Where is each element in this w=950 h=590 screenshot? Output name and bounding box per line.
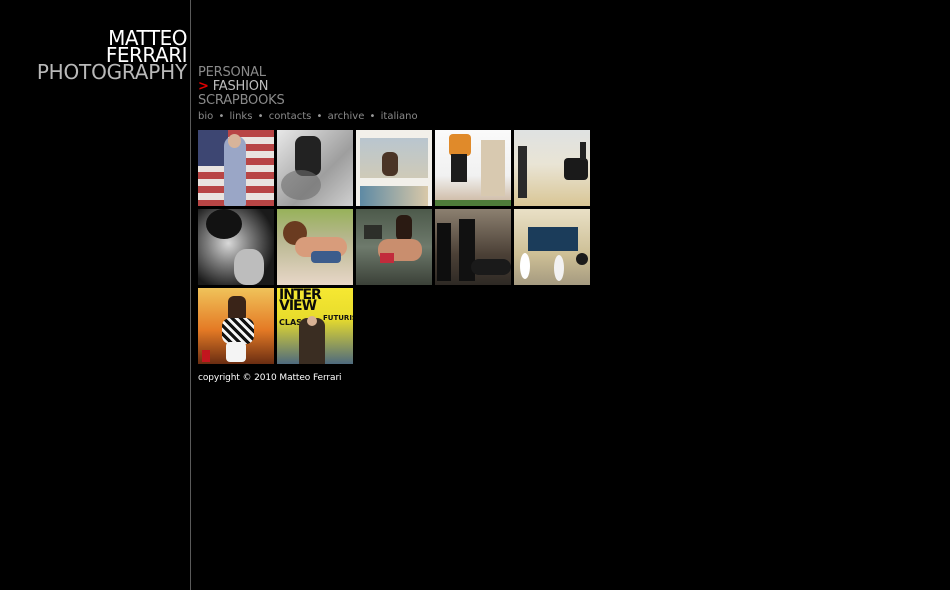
thumbnail-grid: INTER VIEW CLASSIC FUTURISM — [198, 130, 593, 364]
thumb-bw-jump[interactable] — [277, 130, 353, 206]
nav-item-fashion[interactable]: > FASHION — [198, 80, 285, 94]
nav-item-label: PERSONAL — [198, 65, 266, 80]
thumb-man-jumping[interactable] — [435, 130, 511, 206]
link-links[interactable]: links — [230, 111, 253, 122]
page: MATTEO FERRARI PHOTOGRAPHY PERSONAL > FAS… — [0, 0, 950, 590]
thumb-woman-flag[interactable] — [198, 130, 274, 206]
thumb-magazine-page[interactable] — [356, 130, 432, 206]
thumb-woman-posing[interactable] — [356, 209, 432, 285]
vertical-divider — [190, 0, 191, 590]
active-arrow-icon: > — [198, 79, 209, 94]
thumb-magazine-cover[interactable]: INTER VIEW CLASSIC FUTURISM — [277, 288, 353, 364]
link-contacts[interactable]: contacts — [269, 111, 312, 122]
link-archive[interactable]: archive — [328, 111, 365, 122]
nav-item-personal[interactable]: PERSONAL — [198, 66, 285, 80]
thumb-men-car[interactable] — [435, 209, 511, 285]
nav-item-label: SCRAPBOOKS — [198, 93, 285, 108]
copyright-text: copyright © 2010 Matteo Ferrari — [198, 373, 342, 383]
logo-line-3: PHOTOGRAPHY — [36, 60, 187, 84]
nav-item-label: FASHION — [212, 79, 269, 94]
thumb-garage-surfboards[interactable] — [514, 209, 590, 285]
separator: • — [316, 111, 323, 122]
cover-subtitle-2: FUTURISM — [323, 314, 353, 322]
cover-title: INTER VIEW — [279, 288, 322, 314]
main-nav: PERSONAL > FASHION SCRAPBOOKS — [198, 66, 285, 108]
link-bio[interactable]: bio — [198, 111, 213, 122]
separator: • — [257, 111, 264, 122]
separator: • — [218, 111, 225, 122]
nav-item-scrapbooks[interactable]: SCRAPBOOKS — [198, 94, 285, 108]
link-italiano[interactable]: italiano — [381, 111, 418, 122]
thumb-woman-lying[interactable] — [277, 209, 353, 285]
secondary-nav: bio • links • contacts • archive • itali… — [198, 111, 418, 123]
thumb-desert-car[interactable] — [514, 130, 590, 206]
thumb-woman-sunset[interactable] — [198, 288, 274, 364]
separator: • — [369, 111, 376, 122]
thumb-bw-portrait[interactable] — [198, 209, 274, 285]
site-logo[interactable]: MATTEO FERRARI PHOTOGRAPHY — [36, 28, 188, 84]
